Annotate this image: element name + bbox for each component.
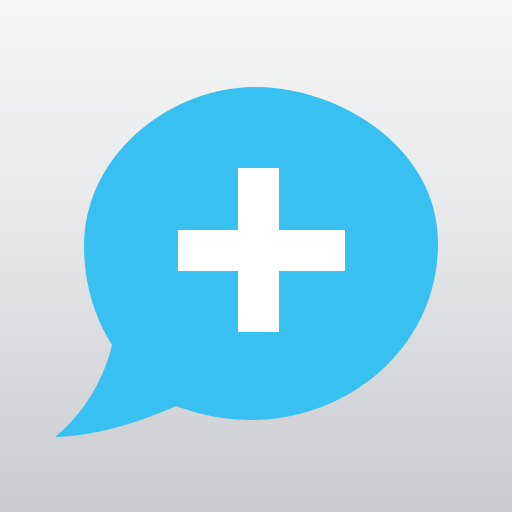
app-icon[interactable] (0, 0, 512, 512)
speech-bubble-plus-icon (55, 87, 438, 437)
plus-horizontal-bar (178, 230, 345, 271)
